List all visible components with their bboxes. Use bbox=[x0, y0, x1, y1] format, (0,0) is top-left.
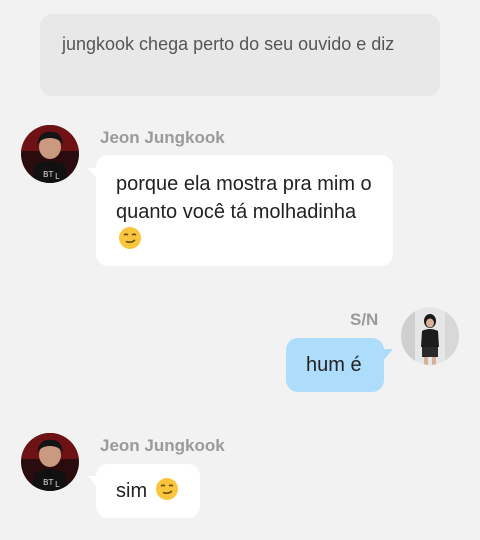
svg-text:L: L bbox=[55, 172, 60, 181]
sender-name: S/N bbox=[350, 310, 379, 329]
svg-text:BT: BT bbox=[43, 170, 53, 179]
avatar-jungkook[interactable]: BT L bbox=[21, 125, 79, 183]
message-text: porque ela mostra pra mim o quanto você … bbox=[116, 173, 372, 223]
sender-name: Jeon Jungkook bbox=[100, 128, 225, 147]
message-text: sim bbox=[116, 480, 148, 502]
message-bubble[interactable]: hum é bbox=[286, 338, 384, 392]
svg-text:BT: BT bbox=[43, 478, 53, 487]
message-bubble[interactable]: porque ela mostra pra mim o quanto você … bbox=[96, 155, 393, 266]
smirking-face-icon bbox=[118, 226, 142, 250]
narration-text: jungkook chega perto do seu ouvido e diz bbox=[62, 34, 395, 54]
avatar-sn[interactable] bbox=[401, 307, 459, 365]
avatar-jungkook[interactable]: BT L bbox=[21, 433, 79, 491]
message-bubble[interactable]: sim bbox=[96, 464, 200, 518]
sender-name: Jeon Jungkook bbox=[100, 436, 225, 455]
narration-box: jungkook chega perto do seu ouvido e diz bbox=[40, 14, 440, 96]
svg-text:L: L bbox=[55, 480, 60, 489]
message-text: hum é bbox=[306, 354, 362, 376]
bubble-tail bbox=[383, 349, 393, 361]
smirking-face-icon bbox=[155, 477, 179, 501]
